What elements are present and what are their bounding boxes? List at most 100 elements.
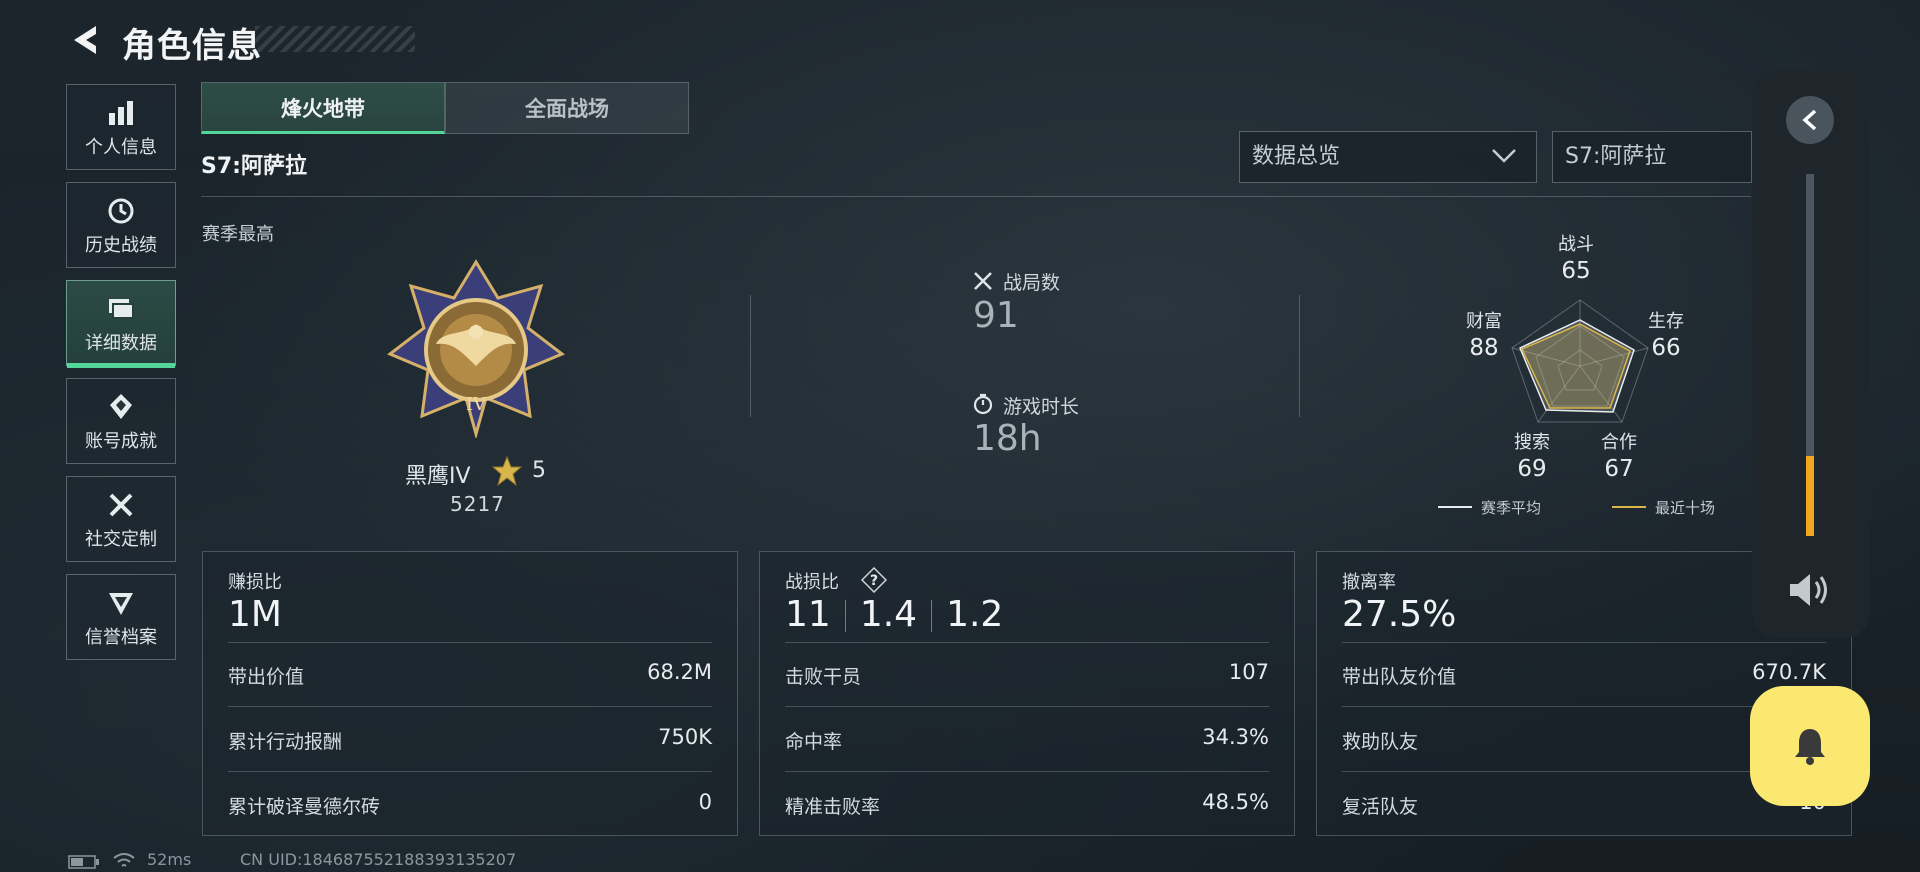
chevron-down-icon [1492, 149, 1516, 163]
divider [1342, 642, 1826, 643]
sidebar-item-detailed-data[interactable]: 详细数据 [66, 280, 176, 368]
kd-ratio-card: 战损比 ? 11 1.4 1.2 击败干员 107 命中率 34.3% 精准击败率 … [759, 551, 1295, 836]
radar-axis-label: 生存 [1648, 311, 1684, 332]
sidebar-item-achievements[interactable]: 账号成就 [66, 378, 176, 464]
radar-axis-value: 65 [1561, 258, 1591, 284]
bar-chart-icon [109, 101, 133, 125]
radar-axis-value: 69 [1517, 456, 1547, 482]
divider [931, 600, 933, 632]
divider [228, 706, 712, 707]
kd-value: 1.4 [859, 594, 918, 635]
card-big-value: 1M [228, 594, 282, 635]
kd-values: 11 1.4 1.2 [785, 594, 1003, 635]
tab-full-battlefield[interactable]: 全面战场 [445, 82, 689, 134]
legend-season-avg: 赛季平均 [1481, 499, 1542, 517]
svg-text:?: ? [870, 573, 878, 589]
row-label: 带出价值 [228, 666, 305, 688]
sidebar-item-label: 社交定制 [85, 529, 157, 550]
view-dropdown[interactable]: 数据总览 [1239, 131, 1537, 183]
card-title: 赚损比 [228, 572, 282, 593]
row-label: 带出队友价值 [1342, 666, 1457, 688]
sidebar-item-personal-info[interactable]: 个人信息 [66, 84, 176, 170]
sidebar-item-history[interactable]: 历史战绩 [66, 182, 176, 268]
row-value: 34.3% [1202, 725, 1269, 749]
row-value: 750K [658, 725, 712, 749]
sidebar-item-label: 历史战绩 [85, 235, 157, 256]
rank-emblem-icon: IV [387, 259, 565, 438]
svg-text:IV: IV [466, 394, 487, 415]
volume-slider-fill [1806, 456, 1814, 536]
chevron-left-icon [1802, 109, 1817, 131]
matches-value: 91 [973, 295, 1019, 336]
row-label: 击败干员 [785, 666, 862, 688]
row-label: 精准击败率 [785, 796, 881, 818]
star-icon [492, 456, 522, 486]
uid-text: CN UID:1846875521883931352​07 [240, 850, 517, 869]
season-label: S7:阿萨拉 [201, 154, 307, 179]
cards-icon [109, 299, 134, 319]
radar-axis-label: 合作 [1601, 432, 1637, 453]
volume-icon[interactable] [1786, 570, 1834, 610]
help-icon[interactable]: ? [861, 567, 887, 593]
season-dropdown-value: S7:阿萨拉 [1565, 144, 1667, 169]
divider [844, 600, 846, 632]
row-label: 救助队友 [1342, 731, 1419, 753]
divider [750, 295, 751, 417]
row-label: 累计破译曼德尔砖 [228, 796, 381, 818]
sidebar-item-label: 账号成就 [85, 431, 157, 452]
matches-label: 战局数 [1003, 272, 1061, 294]
divider [228, 642, 712, 643]
row-value: 0 [698, 790, 712, 814]
achievement-icon [110, 394, 132, 419]
tab-warzone[interactable]: 烽火地带 [201, 82, 445, 134]
collapse-button[interactable] [1786, 96, 1834, 144]
card-title: 战损比 [785, 572, 839, 593]
history-icon [108, 198, 134, 224]
row-value: 48.5% [1202, 790, 1269, 814]
divider [201, 196, 1751, 197]
volume-slider[interactable] [1806, 174, 1814, 536]
sidebar-item-label: 详细数据 [85, 333, 157, 354]
rank-star-count: 5 [532, 458, 546, 483]
notification-button[interactable] [1750, 686, 1870, 806]
kd-value: 11 [785, 594, 831, 635]
bell-icon [1795, 729, 1825, 765]
back-arrow-icon[interactable] [66, 20, 106, 60]
divider [785, 771, 1269, 772]
sidebar-item-social[interactable]: 社交定制 [66, 476, 176, 562]
row-value: 68.2M [647, 660, 712, 684]
sidebar-item-reputation[interactable]: 信誉档案 [66, 574, 176, 660]
view-dropdown-value: 数据总览 [1252, 144, 1341, 169]
radar-axis-label: 财富 [1466, 311, 1502, 332]
playtime-label: 游戏时长 [1003, 396, 1080, 418]
radar-axis-value: 66 [1651, 335, 1681, 361]
row-label: 命中率 [785, 731, 843, 753]
legend-swatch-season-avg [1438, 506, 1472, 508]
legend-recent-ten: 最近十场 [1655, 499, 1716, 517]
radar-axis-value: 67 [1604, 456, 1634, 482]
rank-score: 5217 [450, 492, 505, 516]
crossed-swords-icon [974, 272, 992, 290]
rank-name: 黑鹰IV [405, 464, 471, 489]
title-decoration [255, 26, 415, 52]
row-label: 复活队友 [1342, 796, 1419, 818]
card-big-value: 27.5% [1342, 594, 1457, 635]
stopwatch-icon [973, 393, 993, 415]
row-value: 670.7K [1752, 660, 1826, 684]
sidebar-item-label: 信誉档案 [85, 627, 157, 648]
row-value: 107 [1228, 660, 1269, 684]
divider [228, 771, 712, 772]
ping-value: 52ms [147, 850, 192, 869]
row-label: 累计行动报酬 [228, 731, 343, 753]
sidebar-item-label: 个人信息 [85, 137, 157, 158]
page-title: 角色信息 [122, 26, 262, 66]
battery-icon [68, 855, 99, 869]
kd-value: 1.2 [946, 594, 1004, 635]
radar-axis-label: 战斗 [1558, 234, 1594, 255]
divider [785, 642, 1269, 643]
profit-loss-card: 赚损比 1M 带出价值 68.2M 累计行动报酬 750K 累计破译曼德尔砖 0 [202, 551, 738, 836]
wifi-icon [113, 853, 135, 867]
divider [785, 706, 1269, 707]
divider [1299, 295, 1300, 417]
season-dropdown[interactable]: S7:阿萨拉 [1552, 131, 1752, 183]
